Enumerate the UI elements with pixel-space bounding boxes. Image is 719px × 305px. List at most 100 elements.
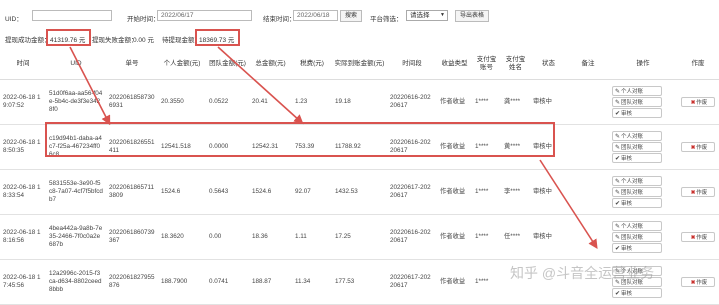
header-actions: 操作 xyxy=(609,49,677,80)
cell-void: ✖作废 xyxy=(677,214,719,260)
cell-type: 作者收益 xyxy=(437,259,472,305)
start-time-input[interactable]: 2022/06/17 xyxy=(157,10,252,21)
cell-account: 1**** xyxy=(472,259,501,305)
close-icon: ✖ xyxy=(690,190,696,196)
cell-actions: ✎个人对账 ✎团队对账 ✔审核 xyxy=(609,124,677,170)
cell-tax: 92.07 xyxy=(292,169,332,215)
watermark: 知乎 @斗音全运营业务 xyxy=(510,265,655,281)
cell-team: 0.0741 xyxy=(206,259,249,305)
personal-reconcile-button-label: 个人对账 xyxy=(621,179,644,185)
cell-note xyxy=(567,79,609,125)
summary-bar: 提现成功金额： 41319.76 元 提现失败金额： 0.00 元 待提现金额：… xyxy=(0,29,719,47)
close-icon: ✖ xyxy=(690,145,696,151)
review-button-label: 审核 xyxy=(621,111,633,117)
header-account: 支付宝账号 xyxy=(472,49,501,80)
void-button[interactable]: ✖作废 xyxy=(681,142,715,152)
void-button[interactable]: ✖作废 xyxy=(681,97,715,107)
fail-amount-value: 0.00 元 xyxy=(133,37,154,44)
fail-amount-label: 提现失败金额： xyxy=(92,37,138,44)
cell-status: 审核中 xyxy=(530,214,567,260)
cell-account: 1**** xyxy=(472,169,501,215)
void-button-label: 作废 xyxy=(696,145,708,151)
review-button[interactable]: ✔审核 xyxy=(612,198,662,208)
cell-period: 20220617-20220617 xyxy=(387,169,437,215)
cell-actions: ✎个人对账 ✎团队对账 ✔审核 xyxy=(609,169,677,215)
cell-account: 1**** xyxy=(472,79,501,125)
void-button-label: 作废 xyxy=(696,100,708,106)
table-header: 时间 UID 单号 个人金额(元) 团队金额(元) 总金额(元) 税费(元) 实… xyxy=(0,49,719,80)
cell-actual: 177.53 xyxy=(332,259,387,305)
search-button[interactable]: 搜索 xyxy=(340,10,363,22)
uid-input[interactable] xyxy=(32,10,112,21)
cell-total: 20.41 xyxy=(249,79,292,125)
team-reconcile-button[interactable]: ✎团队对账 xyxy=(612,142,662,152)
export-table-button[interactable]: 导出表格 xyxy=(455,10,490,22)
cell-void: ✖作废 xyxy=(677,79,719,125)
void-button[interactable]: ✖作废 xyxy=(681,187,715,197)
cell-account: 1**** xyxy=(472,214,501,260)
personal-reconcile-button[interactable]: ✎个人对账 xyxy=(612,176,662,186)
cell-void: ✖作废 xyxy=(677,169,719,215)
cell-actions: ✎个人对账 ✎团队对账 ✔审核 xyxy=(609,79,677,125)
team-reconcile-button[interactable]: ✎团队对账 xyxy=(612,187,662,197)
cell-personal: 20.3550 xyxy=(158,79,206,125)
personal-reconcile-button-label: 个人对账 xyxy=(621,224,644,230)
cell-tax: 1.23 xyxy=(292,79,332,125)
check-icon: ✔ xyxy=(615,291,621,297)
table-row: 2022-06-18 19:07:52 51d0f6aa-aa56-f04e-5b… xyxy=(0,79,719,125)
review-button[interactable]: ✔审核 xyxy=(612,243,662,253)
personal-reconcile-button[interactable]: ✎个人对账 xyxy=(612,221,662,231)
cell-tax: 11.34 xyxy=(292,259,332,305)
cell-total: 1524.6 xyxy=(249,169,292,215)
table-row: 2022-06-18 18:16:56 4bea442a-9a8b-7e35-24… xyxy=(0,214,719,260)
cell-time: 2022-06-18 19:07:52 xyxy=(0,79,46,125)
cell-actions: ✎个人对账 ✎团队对账 ✔审核 xyxy=(609,214,677,260)
pencil-icon: ✎ xyxy=(615,145,621,151)
personal-reconcile-button[interactable]: ✎个人对账 xyxy=(612,131,662,141)
close-icon: ✖ xyxy=(690,235,696,241)
void-button[interactable]: ✖作废 xyxy=(681,277,715,287)
cell-note xyxy=(567,124,609,170)
cell-note xyxy=(567,214,609,260)
cell-period: 20220616-20220617 xyxy=(387,79,437,125)
review-button-label: 审核 xyxy=(621,201,633,207)
team-reconcile-button-label: 团队对账 xyxy=(621,235,644,241)
cell-note xyxy=(567,169,609,215)
cell-uid: 4bea442a-9a8b-7e35-2466-7f0c0a2e687b xyxy=(46,214,106,260)
pencil-icon: ✎ xyxy=(615,179,621,185)
header-status: 状态 xyxy=(530,49,567,80)
header-period: 时间段 xyxy=(387,49,437,80)
cell-personal: 1524.6 xyxy=(158,169,206,215)
cell-time: 2022-06-18 18:50:35 xyxy=(0,124,46,170)
team-reconcile-button-label: 团队对账 xyxy=(621,145,644,151)
cell-total: 188.87 xyxy=(249,259,292,305)
platform-filter-label: 平台筛选： xyxy=(370,16,403,23)
pencil-icon: ✎ xyxy=(615,134,621,140)
pending-amount-highlight xyxy=(195,29,240,46)
cell-time: 2022-06-18 17:45:56 xyxy=(0,259,46,305)
cell-team: 0.5643 xyxy=(206,169,249,215)
review-button-label: 审核 xyxy=(621,246,633,252)
review-button[interactable]: ✔审核 xyxy=(612,153,662,163)
cell-actual: 17.25 xyxy=(332,214,387,260)
cell-status: 审核中 xyxy=(530,79,567,125)
end-time-input[interactable]: 2022/06/18 xyxy=(293,10,338,21)
review-button[interactable]: ✔审核 xyxy=(612,288,662,298)
void-button[interactable]: ✖作废 xyxy=(681,232,715,242)
platform-select-value: 请选择 xyxy=(410,12,430,19)
check-icon: ✔ xyxy=(615,246,621,252)
filter-bar: UID： 开始时间： 2022/06/17 结束时间： 2022/06/18 搜… xyxy=(0,0,719,28)
header-name: 支付宝姓名 xyxy=(501,49,530,80)
team-reconcile-button[interactable]: ✎团队对账 xyxy=(612,232,662,242)
row-highlight xyxy=(45,122,555,157)
review-button[interactable]: ✔审核 xyxy=(612,108,662,118)
check-icon: ✔ xyxy=(615,111,621,117)
platform-select[interactable]: 请选择 ▼ xyxy=(406,10,448,21)
cell-void: ✖作废 xyxy=(677,124,719,170)
header-note: 备注 xyxy=(567,49,609,80)
cell-actual: 1432.53 xyxy=(332,169,387,215)
header-team: 团队金额(元) xyxy=(206,49,249,80)
cell-order: 2022061860739367 xyxy=(106,214,158,260)
personal-reconcile-button[interactable]: ✎个人对账 xyxy=(612,86,662,96)
team-reconcile-button[interactable]: ✎团队对账 xyxy=(612,97,662,107)
